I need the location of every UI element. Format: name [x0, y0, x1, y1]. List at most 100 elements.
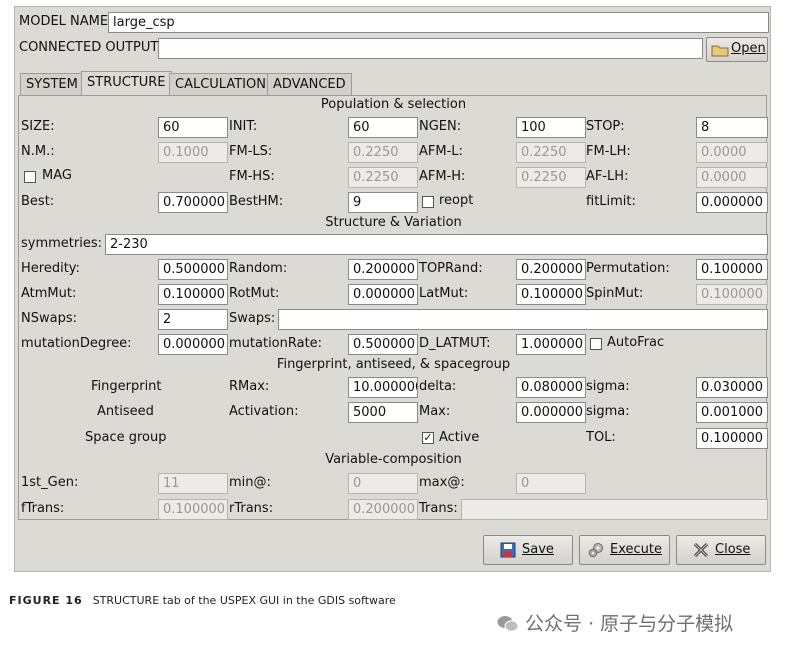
mag-checkbox[interactable]	[24, 171, 36, 183]
nswaps-label: NSwaps:	[21, 311, 77, 326]
autofrac-label: AutoFrac	[607, 335, 665, 350]
sigma2-label: sigma:	[586, 404, 630, 419]
spinmut-label: SpinMut:	[586, 286, 644, 301]
section-varcomp: Variable-composition	[325, 452, 462, 467]
permutation-input[interactable]: 0.100000	[696, 259, 768, 280]
heredity-input[interactable]: 0.500000	[158, 259, 228, 280]
rtrans-input: 0.200000	[348, 499, 418, 520]
dlatmut-input[interactable]: 1.000000	[516, 334, 586, 355]
ftrans-input: 0.100000	[158, 499, 228, 520]
section-population: Population & selection	[320, 97, 467, 112]
tol-input[interactable]: 0.100000	[696, 428, 768, 449]
atmmut-input[interactable]: 0.100000	[158, 284, 228, 305]
watermark-text: 公众号 · 原子与分子模拟	[525, 613, 734, 635]
wechat-icon	[497, 615, 519, 633]
fitlimit-input[interactable]: 0.000000	[696, 192, 768, 213]
atmmut-label: AtmMut:	[21, 286, 77, 301]
rtrans-label: rTrans:	[229, 501, 274, 516]
mutrate-input[interactable]: 0.500000	[348, 334, 418, 355]
folder-icon	[711, 45, 729, 57]
best-input[interactable]: 0.700000	[158, 192, 228, 213]
sigma1-input[interactable]: 0.030000	[696, 377, 768, 398]
symmetries-input[interactable]: 2-230	[105, 234, 768, 255]
active-label: Active	[439, 430, 480, 445]
rmax-input[interactable]: 10.000000	[348, 377, 418, 398]
save-button[interactable]: Save	[483, 535, 573, 565]
trans-label: Trans:	[419, 501, 458, 516]
fmls-input: 0.2250	[348, 142, 418, 163]
afml-label: AFM-L:	[419, 144, 463, 159]
max-input[interactable]: 0.000000	[516, 402, 586, 423]
aflh-input: 0.0000	[696, 167, 768, 188]
tab-system[interactable]: SYSTEM	[20, 73, 84, 95]
connected-output-input[interactable]	[158, 38, 703, 59]
reopt-checkbox[interactable]	[422, 196, 434, 208]
dlatmut-label: D_LATMUT:	[419, 336, 491, 351]
rotmut-label: RotMut:	[229, 286, 280, 301]
size-input[interactable]: 60	[158, 117, 228, 138]
init-input[interactable]: 60	[348, 117, 418, 138]
tab-structure[interactable]: STRUCTURE	[81, 71, 172, 95]
ngen-label: NGEN:	[419, 119, 462, 134]
fmlh-label: FM-LH:	[586, 144, 631, 159]
swaps-input[interactable]	[278, 309, 768, 330]
fitlimit-label: fitLimit:	[586, 194, 636, 209]
mutdeg-input[interactable]: 0.000000	[158, 334, 228, 355]
symmetries-label: symmetries:	[21, 236, 102, 251]
active-checkbox[interactable]: ✓	[422, 432, 434, 444]
figure-caption-text: STRUCTURE tab of the USPEX GUI in the GD…	[92, 594, 396, 607]
ngen-input[interactable]: 100	[516, 117, 586, 138]
random-label: Random:	[229, 261, 288, 276]
toprand-label: TOPRand:	[419, 261, 483, 276]
best-label: Best:	[21, 194, 55, 209]
besthm-input[interactable]: 9	[348, 192, 418, 213]
size-label: SIZE:	[21, 119, 55, 134]
tab-calculation[interactable]: CALCULATION	[169, 73, 272, 95]
mutrate-label: mutationRate:	[229, 336, 323, 351]
fmlh-input: 0.0000	[696, 142, 768, 163]
figure-number: FIGURE 16	[9, 594, 83, 607]
stop-input[interactable]: 8	[696, 117, 768, 138]
delta-input[interactable]: 0.080000	[516, 377, 586, 398]
afmh-input: 0.2250	[516, 167, 586, 188]
stop-label: STOP:	[586, 119, 625, 134]
reopt-label: reopt	[439, 193, 474, 208]
firstgen-label: 1st_Gen:	[21, 475, 79, 490]
model-name-input[interactable]: large_csp	[108, 12, 769, 33]
latmut-input[interactable]: 0.100000	[516, 284, 586, 305]
swaps-label: Swaps:	[229, 311, 276, 326]
sigma2-input[interactable]: 0.001000	[696, 402, 768, 423]
spinmut-input: 0.100000	[696, 284, 768, 305]
open-button[interactable]: Open	[706, 37, 768, 62]
nm-input: 0.1000	[158, 142, 228, 163]
afmh-label: AFM-H:	[419, 169, 466, 184]
activation-input[interactable]: 5000	[348, 402, 418, 423]
rotmut-input[interactable]: 0.000000	[348, 284, 418, 305]
close-button[interactable]: Close	[676, 535, 766, 565]
execute-button[interactable]: Execute	[579, 535, 670, 565]
save-icon	[500, 542, 516, 558]
connected-output-label: CONNECTED OUTPUT	[19, 40, 159, 55]
uspex-window: MODEL NAME large_csp CONNECTED OUTPUT Op…	[14, 6, 771, 572]
permutation-label: Permutation:	[586, 261, 670, 276]
toprand-input[interactable]: 0.200000	[516, 259, 586, 280]
aflh-label: AF-LH:	[586, 169, 629, 184]
minat-label: min@:	[229, 475, 271, 490]
antiseed-label: Antiseed	[97, 404, 154, 419]
tab-advanced[interactable]: ADVANCED	[267, 73, 352, 95]
tol-label: TOL:	[586, 430, 616, 445]
nm-label: N.M.:	[21, 144, 55, 159]
random-input[interactable]: 0.200000	[348, 259, 418, 280]
max-label: Max:	[419, 404, 451, 419]
autofrac-checkbox[interactable]	[590, 338, 602, 350]
besthm-label: BestHM:	[229, 194, 284, 209]
afml-input: 0.2250	[516, 142, 586, 163]
latmut-label: LatMut:	[419, 286, 469, 301]
spacegroup-label: Space group	[85, 430, 167, 445]
section-fingerprint: Fingerprint, antiseed, & spacegroup	[276, 357, 511, 372]
heredity-label: Heredity:	[21, 261, 80, 276]
delta-label: delta:	[419, 379, 457, 394]
fingerprint-label: Fingerprint	[91, 379, 162, 394]
close-icon	[693, 542, 709, 558]
nswaps-input[interactable]: 2	[158, 309, 228, 330]
